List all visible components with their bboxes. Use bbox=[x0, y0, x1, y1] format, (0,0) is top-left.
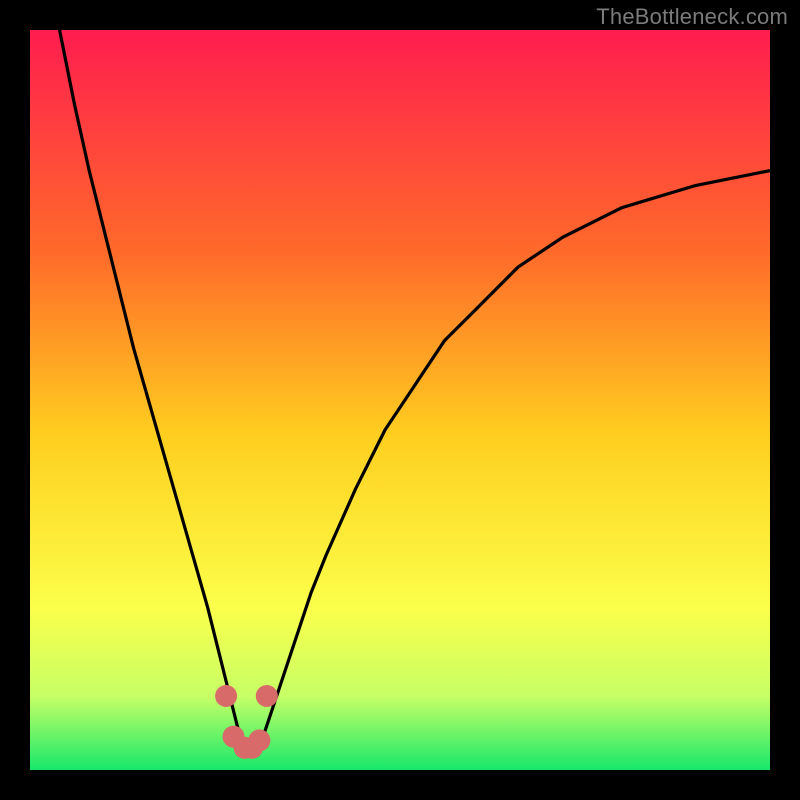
trough-right-cap bbox=[256, 685, 278, 707]
bottleneck-chart bbox=[30, 30, 770, 770]
plot-area bbox=[30, 30, 770, 770]
trough-left-cap bbox=[215, 685, 237, 707]
gradient-background bbox=[30, 30, 770, 770]
attribution-text: TheBottleneck.com bbox=[596, 4, 788, 30]
trough-base-d bbox=[248, 729, 270, 751]
chart-stage: TheBottleneck.com bbox=[0, 0, 800, 800]
